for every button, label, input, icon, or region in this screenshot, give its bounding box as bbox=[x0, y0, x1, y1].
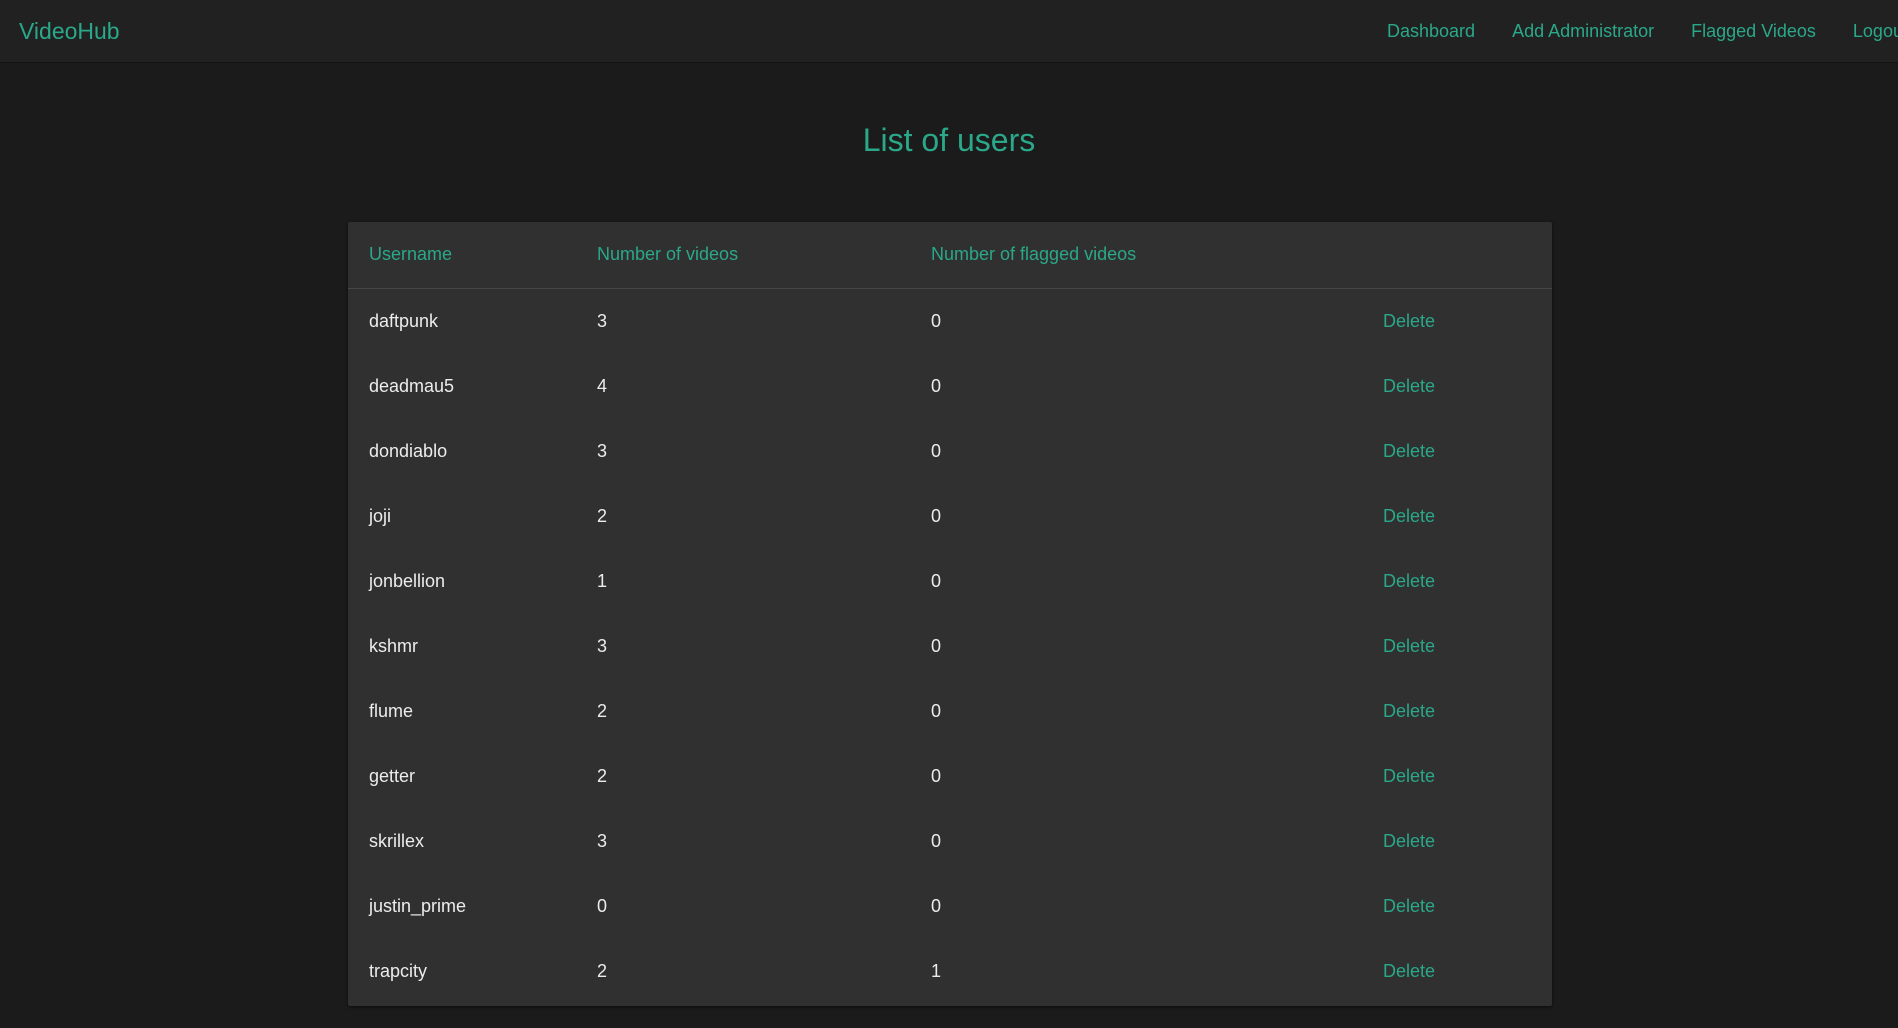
flagged-count-cell: 0 bbox=[931, 505, 942, 526]
action-cell: Delete bbox=[1383, 419, 1552, 484]
video-count-cell: 0 bbox=[597, 895, 608, 916]
column-header-username: Username bbox=[348, 222, 597, 289]
video-count-cell: 2 bbox=[597, 505, 608, 526]
action-cell: Delete bbox=[1383, 354, 1552, 419]
delete-user-link[interactable]: Delete bbox=[1383, 311, 1435, 331]
action-cell: Delete bbox=[1383, 809, 1552, 874]
delete-user-link[interactable]: Delete bbox=[1383, 571, 1435, 591]
flagged-count-cell: 0 bbox=[931, 375, 942, 396]
video-count-cell: 2 bbox=[597, 700, 608, 721]
username-cell: trapcity bbox=[369, 960, 428, 981]
video-count-cell: 2 bbox=[597, 765, 608, 786]
video-count-cell: 3 bbox=[597, 635, 608, 656]
flagged-count-cell: 0 bbox=[931, 895, 942, 916]
delete-user-link[interactable]: Delete bbox=[1383, 636, 1435, 656]
action-cell: Delete bbox=[1383, 679, 1552, 744]
action-cell: Delete bbox=[1383, 614, 1552, 679]
column-header-actions bbox=[1383, 222, 1552, 289]
flagged-count-cell: 0 bbox=[931, 635, 942, 656]
delete-user-link[interactable]: Delete bbox=[1383, 961, 1435, 981]
nav-link-add-administrator[interactable]: Add Administrator bbox=[1512, 0, 1654, 62]
delete-user-link[interactable]: Delete bbox=[1383, 376, 1435, 396]
video-count-cell: 3 bbox=[597, 440, 608, 461]
action-cell: Delete bbox=[1383, 874, 1552, 939]
table-row: getter 2 0 Delete bbox=[348, 744, 1552, 809]
top-navbar: VideoHub Dashboard Add Administrator Fla… bbox=[0, 0, 1898, 63]
table-row: joji 2 0 Delete bbox=[348, 484, 1552, 549]
table-row: jonbellion 1 0 Delete bbox=[348, 549, 1552, 614]
username-cell: deadmau5 bbox=[369, 375, 455, 396]
table-row: flume 2 0 Delete bbox=[348, 679, 1552, 744]
brand-logo-link[interactable]: VideoHub bbox=[19, 0, 120, 62]
table-body: daftpunk 3 0 Delete deadmau5 4 0 Delete dondiabl… bbox=[348, 288, 1552, 1004]
table-row: justin_prime 0 0 Delete bbox=[348, 874, 1552, 939]
username-cell: dondiablo bbox=[369, 440, 448, 461]
nav-links: Dashboard Add Administrator Flagged Vide… bbox=[1387, 0, 1898, 62]
table-row: trapcity 2 1 Delete bbox=[348, 939, 1552, 1004]
username-cell: skrillex bbox=[369, 830, 425, 851]
video-count-cell: 1 bbox=[597, 570, 608, 591]
username-cell: kshmr bbox=[369, 635, 418, 656]
action-cell: Delete bbox=[1383, 744, 1552, 809]
delete-user-link[interactable]: Delete bbox=[1383, 441, 1435, 461]
action-cell: Delete bbox=[1383, 549, 1552, 614]
flagged-count-cell: 0 bbox=[931, 570, 942, 591]
username-cell: daftpunk bbox=[369, 310, 439, 331]
table-header-row: Username Number of videos Number of flag… bbox=[348, 222, 1552, 289]
delete-user-link[interactable]: Delete bbox=[1383, 506, 1435, 526]
delete-user-link[interactable]: Delete bbox=[1383, 766, 1435, 786]
table-row: skrillex 3 0 Delete bbox=[348, 809, 1552, 874]
flagged-count-cell: 0 bbox=[931, 765, 942, 786]
table-row: dondiablo 3 0 Delete bbox=[348, 419, 1552, 484]
table-row: deadmau5 4 0 Delete bbox=[348, 354, 1552, 419]
action-cell: Delete bbox=[1383, 484, 1552, 549]
username-cell: joji bbox=[369, 505, 392, 526]
video-count-cell: 3 bbox=[597, 310, 608, 331]
users-table: Username Number of videos Number of flag… bbox=[348, 222, 1552, 1004]
users-table-card: Username Number of videos Number of flag… bbox=[348, 222, 1552, 1006]
table-row: kshmr 3 0 Delete bbox=[348, 614, 1552, 679]
flagged-count-cell: 0 bbox=[931, 310, 942, 331]
table-row: daftpunk 3 0 Delete bbox=[348, 288, 1552, 354]
video-count-cell: 2 bbox=[597, 960, 608, 981]
nav-link-flagged-videos[interactable]: Flagged Videos bbox=[1691, 0, 1816, 62]
column-header-number-of-flagged-videos: Number of flagged videos bbox=[931, 222, 1383, 289]
username-cell: justin_prime bbox=[369, 895, 467, 916]
delete-user-link[interactable]: Delete bbox=[1383, 896, 1435, 916]
flagged-count-cell: 1 bbox=[931, 960, 942, 981]
username-cell: flume bbox=[369, 700, 414, 721]
username-cell: getter bbox=[369, 765, 416, 786]
nav-link-dashboard[interactable]: Dashboard bbox=[1387, 0, 1475, 62]
column-header-number-of-videos: Number of videos bbox=[597, 222, 931, 289]
flagged-count-cell: 0 bbox=[931, 830, 942, 851]
username-cell: jonbellion bbox=[369, 570, 446, 591]
delete-user-link[interactable]: Delete bbox=[1383, 701, 1435, 721]
video-count-cell: 4 bbox=[597, 375, 608, 396]
action-cell: Delete bbox=[1383, 288, 1552, 354]
delete-user-link[interactable]: Delete bbox=[1383, 831, 1435, 851]
nav-link-logout[interactable]: Logout bbox=[1853, 0, 1898, 62]
page-title: List of users bbox=[862, 122, 1036, 158]
video-count-cell: 3 bbox=[597, 830, 608, 851]
action-cell: Delete bbox=[1383, 939, 1552, 1004]
flagged-count-cell: 0 bbox=[931, 700, 942, 721]
flagged-count-cell: 0 bbox=[931, 440, 942, 461]
